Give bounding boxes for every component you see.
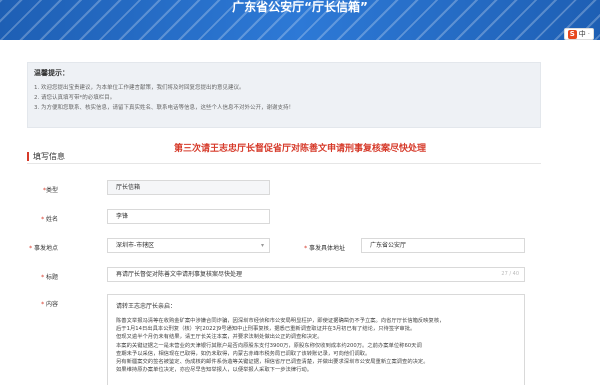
notice-heading: 第三次请王志忠厅长督促省厅对陈善文申请刑事复核案尽快处理 [173, 144, 426, 154]
section-marker [27, 152, 29, 161]
name-input[interactable]: 李锋 [107, 209, 270, 224]
char-counter: 27 / 40 [501, 271, 519, 277]
location-select[interactable]: 深圳市-市辖区 ▾ [107, 238, 270, 253]
content-line: 另有新疆案交的签名被鉴定、伪成核的邮件系伪造等关键证据，相信省厅已调查清楚，并做… [116, 359, 429, 366]
content-line: 本案的关键证据之一是未营业的天津银行其账户是否向原股东支付3900万，原股东称仅… [116, 342, 422, 349]
location-label: * 事发地点 [29, 245, 58, 252]
tips-line: 1. 欢迎您提出宝贵建议，为本单位工作建言献策，我们将及时回复您提出的意见建议。 [34, 85, 245, 91]
subject-input[interactable]: 再请厅长督促对陈善文申请刑事复核案尽快处理 27 / 40 [107, 267, 525, 282]
content-line: 陈善文举报冯清等在收购金矿案中涉嫌合同诈骗，因深圳市经侦和市公安局明显枉护，即使… [116, 318, 445, 324]
tips-line: 2. 请您认真填写带*的必填栏目。 [34, 95, 116, 101]
sogou-ime-icon[interactable]: S [567, 29, 577, 39]
location-value: 深圳市-市辖区 [116, 242, 155, 249]
site-banner: 广东省公安厅“厅长信箱” [0, 0, 600, 40]
tips-line: 3. 为方便和您联系、核实信息，请留下真实姓名、联系电话等信息，这些个人信息不对… [34, 105, 294, 111]
type-label: *类型 [42, 187, 58, 194]
unit-input[interactable]: 广东省公安厅 [361, 238, 525, 253]
section-header: 填写信息 [27, 151, 65, 162]
ime-punct-icon[interactable]: · [588, 30, 590, 38]
section-divider [27, 163, 541, 164]
ime-toolbar[interactable]: S 中 · [563, 28, 594, 40]
content-line: 查期未予以采信，相信现在已取得，如仍未取得，内蒙古赤峰市税务局已调取了该转账记录… [116, 350, 371, 357]
type-field: 厅长信箱 [107, 180, 270, 195]
tips-panel: 温馨提示： 1. 欢迎您提出宝贵建议，为本单位工作建言献策，我们将及时回复您提出… [27, 62, 541, 128]
chevron-down-icon: ▾ [260, 242, 264, 249]
subject-value: 再请厅长督促对陈善文申请刑事复核案尽快处理 [116, 271, 243, 278]
name-label: * 姓名 [41, 216, 58, 223]
ime-mode-label[interactable]: 中 [579, 29, 586, 39]
subject-label: * 标题 [41, 274, 58, 281]
content-textarea[interactable]: 请转王志忠厅长亲启： 陈善文举报冯清等在收购金矿案中涉嫌合同诈骗，因深圳市经侦和… [107, 294, 525, 385]
section-title: 填写信息 [33, 152, 65, 161]
content-line: 但现又逾半个月仍未有结果，请王厅长关注本案，并要求法制处做出公正的调查和决定。 [116, 334, 323, 341]
content-greeting: 请转王志忠厅长亲启： [116, 303, 177, 310]
banner-title: 广东省公安厅“厅长信箱” [232, 0, 368, 14]
content-label: * 内容 [41, 301, 58, 308]
content-line: 如果维持原办案单位决定，亦应尽早告知举报人，以便举报人采取下一步法律行动。 [116, 367, 312, 374]
tips-title: 温馨提示： [34, 69, 69, 77]
content-line: 后于1月14日出具本公刑复（核）字[2022]9号通知中止刑事复核，据悉已重新调… [116, 326, 416, 333]
unit-label: * 事发具体地址 [304, 245, 345, 252]
